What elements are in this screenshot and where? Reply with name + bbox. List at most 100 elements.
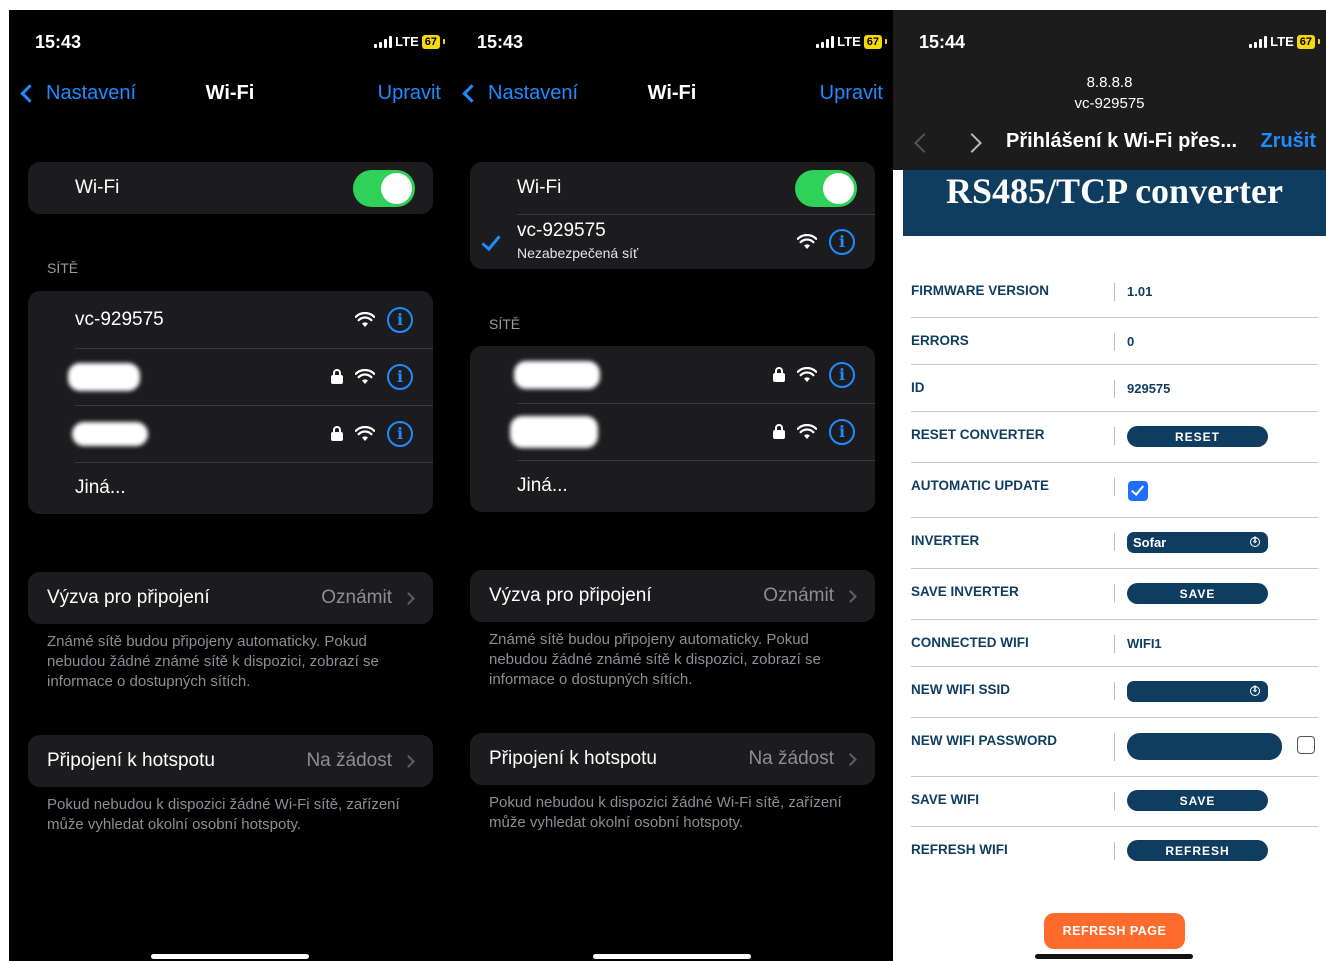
networks-list: vc-929575 i i i Jiná... [28, 291, 433, 514]
save-wifi-label: SAVE WIFI [911, 792, 980, 807]
hotspot-row[interactable]: Připojení k hotspotu Na žádost [28, 735, 433, 787]
forward-arrow-icon[interactable] [962, 133, 982, 153]
network-row-icons: i [773, 361, 855, 388]
join-prompt-value: Oznámit [321, 587, 415, 609]
info-icon[interactable]: i [387, 420, 413, 447]
column-divider [1114, 478, 1115, 496]
hotspot-label: Připojení k hotspotu [47, 750, 215, 771]
network-type: LTE [837, 34, 861, 49]
back-arrow-icon[interactable] [914, 133, 934, 153]
wifi-settings-screen-2: 15:43 LTE 67 Nastavení Wi-Fi Upravit Wi-… [451, 10, 893, 961]
page-title-text: Wi-Fi [647, 82, 697, 104]
portal-nav: Přihlášení k Wi-Fi přes... Zrušit [893, 130, 1326, 160]
page-title-text: Wi-Fi [205, 82, 255, 104]
other-network-row[interactable]: Jiná... [470, 460, 875, 512]
network-row[interactable]: vc-929575 i [28, 291, 433, 348]
edit-button[interactable]: Upravit [378, 82, 441, 105]
home-indicator[interactable] [1035, 954, 1193, 959]
firmware-label: FIRMWARE VERSION [911, 283, 1050, 298]
battery-nub [443, 39, 445, 44]
wifi-icon [797, 233, 817, 250]
wifi-icon [797, 366, 817, 383]
table-row: FIRMWARE VERSION 1.01 [911, 268, 1318, 318]
info-icon[interactable]: i [829, 228, 855, 255]
back-button[interactable]: Nastavení [461, 82, 578, 105]
chevron-right-icon [402, 754, 415, 768]
network-row-hidden[interactable]: i [28, 348, 433, 405]
portal-address: 8.8.8.8 vc-929575 [893, 72, 1326, 114]
signal-icon [1249, 35, 1268, 48]
join-prompt-row[interactable]: Výzva pro připojení Oznámit [470, 570, 875, 622]
reset-button[interactable]: RESET [1127, 426, 1268, 447]
status-time: 15:44 [919, 32, 966, 52]
connected-network-subtitle: Nezabezpečená síť [517, 244, 639, 261]
other-network-label: Jiná... [517, 475, 568, 496]
column-divider [1114, 584, 1115, 602]
join-prompt-row[interactable]: Výzva pro připojení Oznámit [28, 572, 433, 624]
column-divider [1114, 635, 1115, 653]
networks-header: SÍTĚ [489, 316, 521, 332]
info-icon[interactable]: i [387, 306, 413, 333]
new-password-input[interactable] [1127, 733, 1282, 760]
battery-nub [885, 39, 887, 44]
table-row: AUTOMATIC UPDATE [911, 463, 1318, 518]
home-indicator[interactable] [593, 954, 751, 959]
portal-ip: 8.8.8.8 [1086, 74, 1133, 91]
refresh-wifi-button[interactable]: REFRESH [1127, 840, 1268, 861]
show-password-checkbox[interactable] [1297, 736, 1315, 754]
cancel-button[interactable]: Zrušit [1260, 130, 1316, 153]
back-label: Nastavení [46, 82, 137, 104]
network-row-icons: i [797, 228, 855, 255]
back-label: Nastavení [488, 82, 579, 104]
converter-settings-table: FIRMWARE VERSION 1.01 ERRORS 0 ID 929575… [911, 268, 1318, 877]
chevron-right-icon [844, 589, 857, 603]
table-row: INVERTER Sofar [911, 518, 1318, 569]
hotspot-row[interactable]: Připojení k hotspotu Na žádost [470, 733, 875, 785]
wifi-toggle[interactable] [795, 170, 857, 207]
network-type: LTE [395, 34, 419, 49]
column-divider [1114, 380, 1115, 398]
join-prompt-label: Výzva pro připojení [47, 587, 210, 608]
connected-network-name: vc-929575 [517, 219, 606, 241]
column-divider [1114, 842, 1115, 860]
refresh-wifi-label: REFRESH WIFI [911, 842, 1008, 857]
column-divider [1114, 733, 1115, 761]
network-row-hidden[interactable]: i [470, 403, 875, 460]
portal-ssid: vc-929575 [1074, 95, 1145, 112]
other-network-row[interactable]: Jiná... [28, 462, 433, 514]
errors-label: ERRORS [911, 333, 969, 348]
save-inverter-button[interactable]: SAVE [1127, 583, 1268, 604]
id-value: 929575 [1127, 381, 1171, 396]
table-row: NEW WIFI SSID [911, 667, 1318, 718]
column-divider [1114, 283, 1115, 301]
save-wifi-button[interactable]: SAVE [1127, 790, 1268, 811]
edit-button[interactable]: Upravit [820, 82, 883, 105]
back-button[interactable]: Nastavení [19, 82, 136, 105]
converter-banner: RS485/TCP converter [903, 170, 1326, 236]
info-icon[interactable]: i [829, 361, 855, 388]
network-row-hidden[interactable]: i [470, 346, 875, 403]
network-type: LTE [1270, 34, 1294, 49]
signal-icon [374, 35, 393, 48]
new-ssid-select[interactable] [1127, 681, 1268, 702]
wifi-icon [355, 425, 375, 442]
network-row-hidden[interactable]: i [28, 405, 433, 462]
other-network-label: Jiná... [75, 477, 126, 498]
wifi-toggle-group: Wi-Fi vc-929575 Nezabezpečená síť i [470, 162, 875, 269]
table-row: NEW WIFI PASSWORD [911, 718, 1318, 777]
info-icon[interactable]: i [387, 363, 413, 390]
wifi-icon [797, 423, 817, 440]
info-icon[interactable]: i [829, 418, 855, 445]
hotspot-value-text: Na žádost [306, 750, 392, 771]
inverter-select[interactable]: Sofar [1127, 532, 1268, 553]
home-indicator[interactable] [151, 954, 309, 959]
refresh-page-button[interactable]: REFRESH PAGE [1044, 913, 1185, 949]
wifi-toggle[interactable] [353, 170, 415, 207]
connected-network-row[interactable]: vc-929575 Nezabezpečená síť i [470, 214, 875, 269]
automatic-update-checkbox[interactable] [1128, 481, 1148, 501]
portal-header: 15:44 LTE 67 8.8.8.8 vc-929575 Přihlášen… [893, 10, 1326, 170]
network-row-icons: i [331, 363, 413, 390]
redacted-network-name [68, 362, 140, 391]
table-row: CONNECTED WIFI WIFI1 [911, 620, 1318, 667]
wifi-icon [355, 311, 375, 328]
